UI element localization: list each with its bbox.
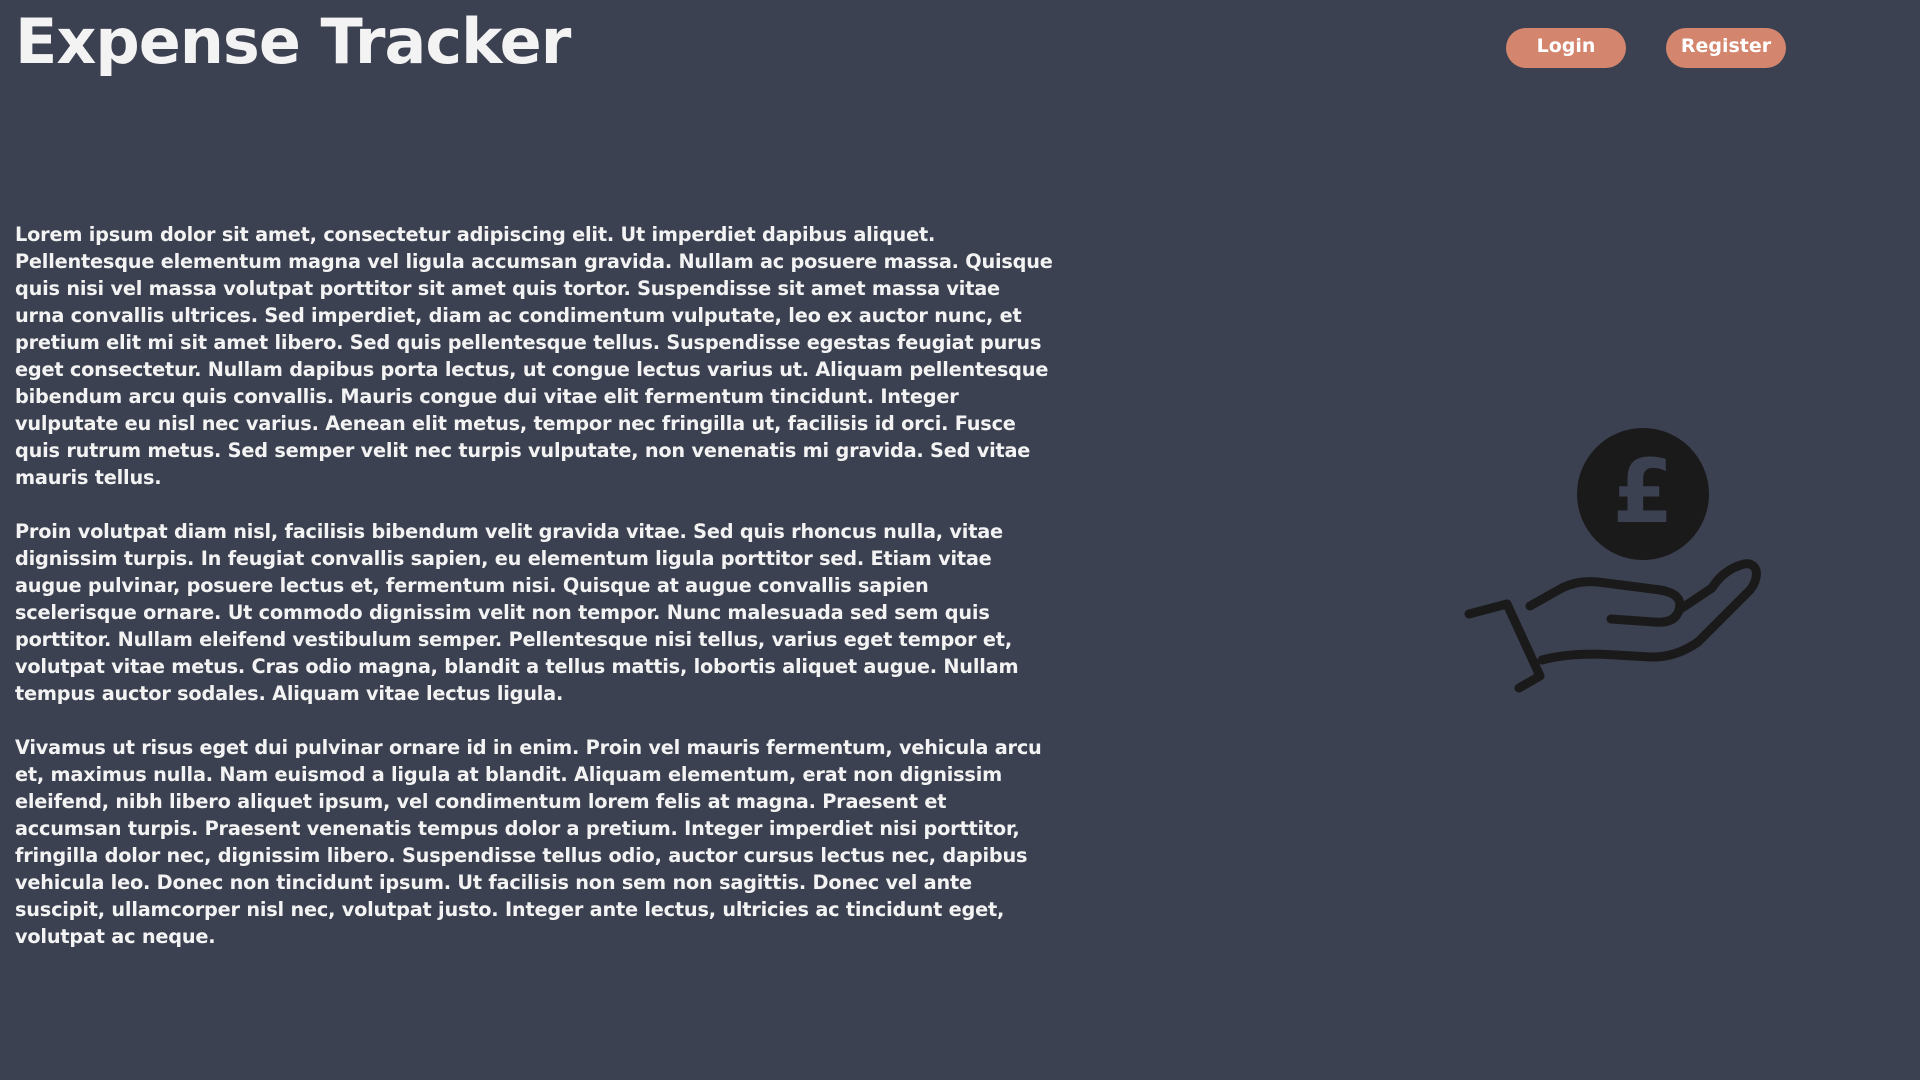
- intro-paragraph: Proin volutpat diam nisl, facilisis bibe…: [15, 520, 1019, 705]
- landing-page: { "app": { "title": "Expense Tracker" },…: [0, 0, 1920, 1080]
- intro-paragraph: Vivamus ut risus eget dui pulvinar ornar…: [15, 736, 1042, 948]
- register-button[interactable]: Register: [1666, 28, 1786, 68]
- app-title: Expense Tracker: [15, 5, 571, 78]
- hand-holding-pound-coin-icon: £: [1464, 428, 1761, 693]
- intro-paragraph: Lorem ipsum dolor sit amet, consectetur …: [15, 223, 1053, 489]
- hand-icon: [1464, 559, 1761, 693]
- login-button[interactable]: Login: [1506, 28, 1626, 68]
- pound-sign-icon: £: [1612, 440, 1673, 543]
- intro-text: Lorem ipsum dolor sit amet, consectetur …: [15, 221, 1055, 977]
